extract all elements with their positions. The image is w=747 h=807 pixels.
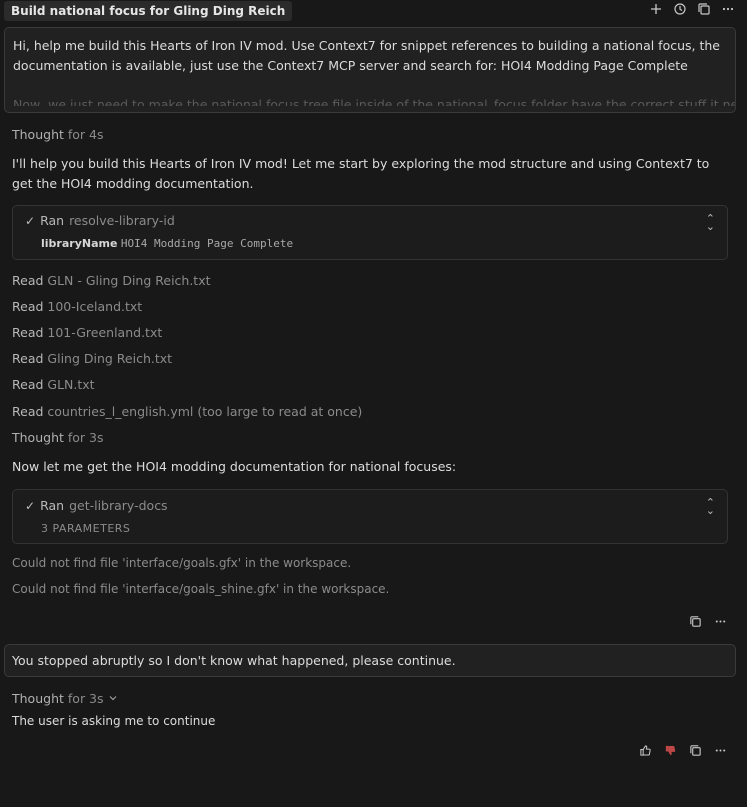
read-item[interactable]: Read GLN - Gling Ding Reich.txt (12, 273, 211, 288)
chevron-down-icon[interactable] (108, 691, 118, 706)
read-item[interactable]: Read countries_l_english.yml (too large … (12, 404, 362, 419)
thought-label: Thought (12, 127, 64, 142)
assistant-message: I'll help you build this Hearts of Iron … (12, 156, 710, 191)
tool-name: get-library-docs (69, 498, 168, 513)
copy-icon[interactable] (697, 2, 711, 16)
history-icon[interactable] (673, 2, 687, 16)
user-message[interactable]: Hi, help me build this Hearts of Iron IV… (4, 27, 736, 113)
tool-name: resolve-library-id (69, 213, 175, 228)
thought-indicator[interactable]: Thought for 3s (12, 430, 104, 445)
read-label: Read (12, 404, 44, 419)
user-message-text: You stopped abruptly so I don't know wha… (12, 653, 456, 668)
check-icon: ✓ (25, 498, 36, 513)
expand-collapse-icon[interactable]: ⌃ ⌄ (706, 497, 715, 516)
user-message-faded-text: Now, we just need to make the national f… (13, 97, 735, 106)
read-label: Read (12, 377, 44, 392)
read-file: GLN - Gling Ding Reich.txt (47, 273, 211, 288)
check-icon: ✓ (25, 213, 36, 228)
error-message: Could not find file 'interface/goals.gfx… (12, 556, 352, 570)
assistant-thinking-text: The user is asking me to continue (12, 714, 216, 728)
read-item[interactable]: Read 100-Iceland.txt (12, 299, 142, 314)
read-label: Read (12, 351, 44, 366)
thought-label: Thought (12, 430, 64, 445)
read-label: Read (12, 273, 44, 288)
thumbs-down-icon[interactable] (664, 744, 677, 757)
param-key: libraryName (41, 237, 118, 250)
user-message-text: Hi, help me build this Hearts of Iron IV… (13, 38, 720, 73)
header-actions (649, 2, 735, 16)
thought-duration: for 4s (67, 127, 104, 142)
thought-indicator[interactable]: Thought for 3s (12, 691, 118, 706)
read-item[interactable]: Read Gling Ding Reich.txt (12, 351, 172, 366)
assistant-message: Now let me get the HOI4 modding document… (12, 459, 457, 474)
thought-duration: for 3s (67, 430, 104, 445)
read-item[interactable]: Read 101-Greenland.txt (12, 325, 162, 340)
user-message[interactable]: You stopped abruptly so I don't know wha… (4, 644, 736, 677)
tool-call-card[interactable]: ✓ Ran resolve-library-id ⌃ ⌄ libraryName … (12, 205, 728, 260)
read-file: Gling Ding Reich.txt (47, 351, 173, 366)
tool-status: Ran (40, 498, 65, 513)
thought-indicator[interactable]: Thought for 4s (12, 127, 104, 142)
response-actions (689, 615, 727, 628)
tool-params-count: 3 PARAMETERS (41, 522, 131, 535)
more-icon[interactable] (721, 2, 735, 16)
read-file: 101-Greenland.txt (47, 325, 163, 340)
tool-call-header: ✓ Ran get-library-docs (25, 498, 168, 513)
expand-collapse-icon[interactable]: ⌃ ⌄ (706, 213, 715, 232)
param-value: HOI4 Modding Page Complete (120, 237, 294, 250)
read-label: Read (12, 299, 44, 314)
more-icon[interactable] (714, 615, 727, 628)
read-file: 100-Iceland.txt (47, 299, 143, 314)
tool-status: Ran (40, 213, 65, 228)
plus-icon[interactable] (649, 2, 663, 16)
thought-duration: for 3s (67, 691, 104, 706)
thought-label: Thought (12, 691, 64, 706)
tool-call-card[interactable]: ✓ Ran get-library-docs ⌃ ⌄ 3 PARAMETERS (12, 489, 728, 544)
more-icon[interactable] (714, 744, 727, 757)
response-actions (639, 744, 727, 757)
read-file: GLN.txt (47, 377, 95, 392)
copy-icon[interactable] (689, 744, 702, 757)
read-file: countries_l_english.yml (too large to re… (47, 404, 363, 419)
error-message: Could not find file 'interface/goals_shi… (12, 582, 390, 596)
read-label: Read (12, 325, 44, 340)
tool-param: libraryName HOI4 Modding Page Complete (41, 237, 293, 250)
copy-icon[interactable] (689, 615, 702, 628)
thumbs-up-icon[interactable] (639, 744, 652, 757)
conversation-title: Build national focus for Gling Ding Reic… (4, 1, 293, 21)
read-item[interactable]: Read GLN.txt (12, 377, 95, 392)
tool-call-header: ✓ Ran resolve-library-id (25, 213, 175, 228)
